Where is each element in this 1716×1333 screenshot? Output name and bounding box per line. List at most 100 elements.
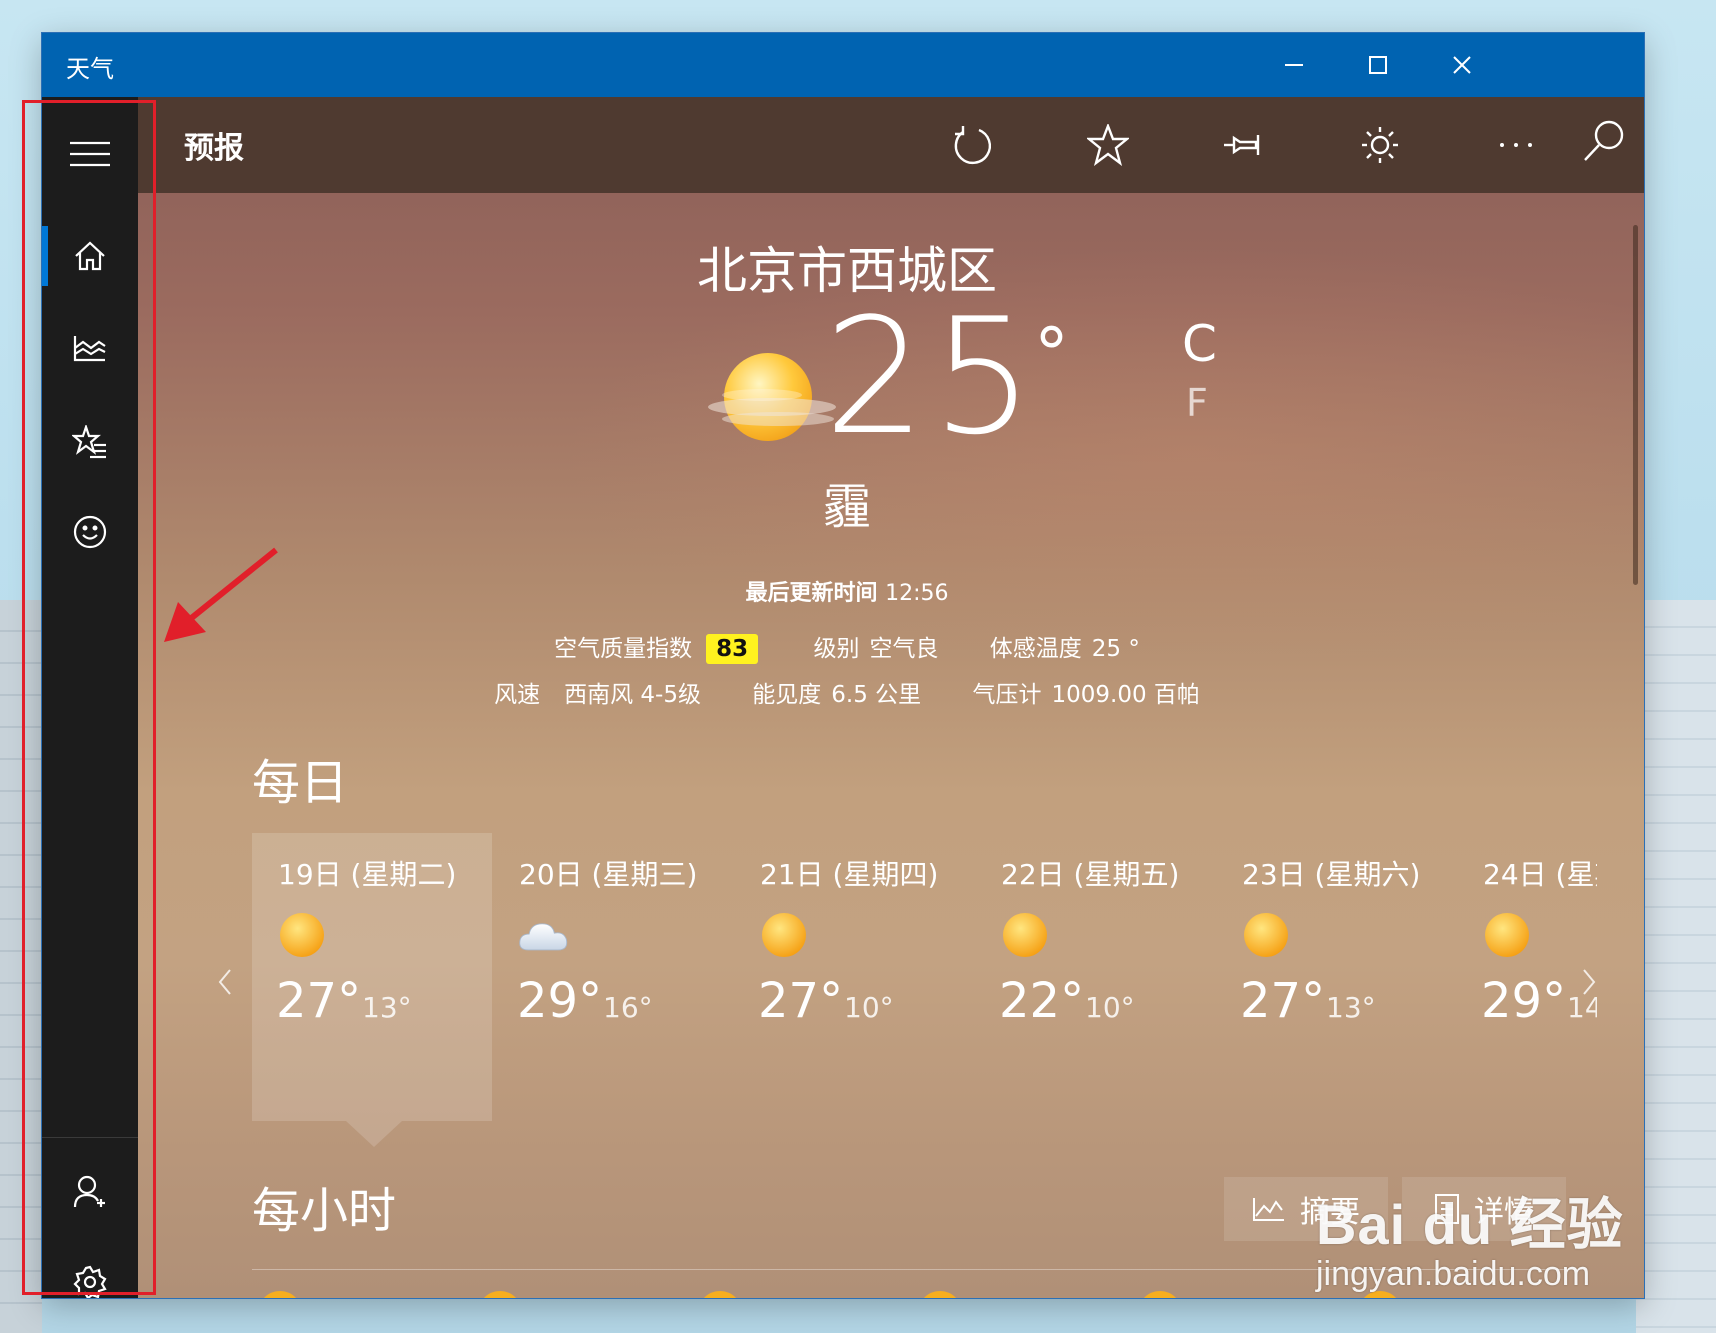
sun-icon: [923, 1291, 957, 1298]
sun-icon: [280, 913, 324, 957]
daily-next-button[interactable]: [1574, 957, 1604, 1007]
maximize-button[interactable]: [1332, 33, 1424, 97]
toolbar: 预报: [138, 97, 1644, 193]
day-low: 10°: [844, 991, 894, 1024]
level-value: 空气良: [869, 636, 939, 662]
main-content: 预报 北京市西城区 25 ° C F 霾 最后更新时间 12:56 空气质量指数…: [138, 97, 1644, 1298]
pin-icon: [1224, 135, 1260, 155]
baidu-watermark: Bai du 经验 jingyan.baidu.com: [1316, 1180, 1624, 1294]
pressure-group: 气压计 1009.00 百帕: [972, 682, 1199, 708]
unit-celsius-toggle[interactable]: C: [1182, 315, 1217, 373]
favorite-button[interactable]: [1082, 119, 1134, 171]
haze-sun-icon: [708, 353, 836, 441]
watermark-brand: Bai du 经验: [1316, 1193, 1624, 1256]
brightness-button[interactable]: [1354, 119, 1406, 171]
sun-icon: [1143, 1291, 1177, 1298]
day-date: 23日 (星期六): [1242, 858, 1421, 891]
highlight-rectangle: [22, 100, 156, 1295]
aqi-badge: 83: [706, 634, 759, 664]
title-bar: 天气: [42, 33, 1644, 97]
visibility-value: 6.5 公里: [831, 682, 922, 708]
day-date: 22日 (星期五): [1001, 858, 1180, 891]
cloud-icon: [519, 923, 568, 951]
desktop-background: [1636, 600, 1716, 1333]
day-card[interactable]: 22日 (星期五) 22° 10°: [975, 833, 1215, 1121]
unit-fahrenheit-toggle[interactable]: F: [1186, 381, 1208, 425]
forecast-content: 北京市西城区 25 ° C F 霾 最后更新时间 12:56 空气质量指数 83…: [138, 97, 1644, 1298]
feels-label: 体感温度: [989, 636, 1082, 662]
level-group: 级别 空气良: [813, 636, 945, 662]
weather-window: 天气 预报 北京市西城区 25 ° C F 霾 最后更新时间 12:56 空气质…: [42, 33, 1644, 1298]
wind-value: 西南风 4-5级: [564, 682, 701, 708]
sun-icon: [703, 1291, 737, 1298]
maximize-icon: [1369, 56, 1387, 74]
pressure-value: 1009.00 百帕: [1051, 682, 1200, 708]
minimize-button[interactable]: [1248, 33, 1340, 97]
watermark-url: jingyan.baidu.com: [1316, 1255, 1591, 1293]
day-card[interactable]: 21日 (星期四) 27° 10°: [734, 833, 974, 1121]
wind-label: 风速: [494, 682, 541, 708]
day-low: 13°: [362, 991, 412, 1024]
degree-symbol: °: [1034, 313, 1069, 395]
sun-icon: [1485, 913, 1529, 957]
aqi-label: 空气质量指数: [554, 636, 693, 662]
day-high: 27°: [276, 973, 362, 1029]
wind-group: 风速 西南风 4-5级: [494, 682, 708, 708]
day-high: 27°: [1240, 973, 1326, 1029]
close-icon: [1453, 56, 1471, 74]
aqi-group: 空气质量指数 83: [554, 634, 769, 664]
sun-outline-icon: [1362, 127, 1398, 163]
search-icon: [1584, 120, 1624, 161]
weather-condition: 霾: [822, 479, 871, 535]
feels-value: 25 °: [1091, 636, 1140, 662]
visibility-label: 能见度: [752, 682, 822, 708]
day-card[interactable]: 19日 (星期二) 27° 13°: [252, 833, 492, 1147]
pin-button[interactable]: [1218, 119, 1270, 171]
current-temperature: 25: [824, 283, 1040, 470]
window-title: 天气: [66, 55, 114, 83]
chevron-left-icon: [218, 969, 231, 995]
day-low: 10°: [1085, 991, 1135, 1024]
daily-section-title: 每日: [252, 755, 349, 811]
hourly-section-title: 每小时: [252, 1183, 397, 1239]
last-updated: 最后更新时间 12:56: [138, 575, 1556, 607]
line-chart-icon: [1253, 1198, 1284, 1221]
vertical-scrollbar[interactable]: [1633, 225, 1638, 585]
day-card[interactable]: 23日 (星期六) 27° 13°: [1216, 833, 1456, 1121]
info-row-wind: 风速 西南风 4-5级 能见度 6.5 公里 气压计 1009.00 百帕: [138, 675, 1556, 709]
updated-time: 12:56: [885, 581, 949, 606]
daily-prev-button[interactable]: [210, 957, 240, 1007]
more-icon: [1500, 143, 1532, 147]
close-button[interactable]: [1416, 33, 1508, 97]
sun-icon: [483, 1291, 517, 1298]
feels-group: 体感温度 25 °: [990, 636, 1140, 662]
search-button[interactable]: [1578, 115, 1630, 167]
day-low: 13°: [1326, 991, 1376, 1024]
day-date: 19日 (星期二): [278, 858, 457, 891]
page-title: 预报: [184, 131, 244, 166]
day-low: 16°: [603, 991, 653, 1024]
pressure-label: 气压计: [972, 682, 1042, 708]
level-label: 级别: [813, 636, 860, 662]
sun-icon: [762, 913, 806, 957]
refresh-button[interactable]: [946, 119, 998, 171]
selected-indicator: [346, 1121, 402, 1147]
chevron-right-icon: [1583, 969, 1596, 995]
day-card[interactable]: 20日 (星期三) 29° 16°: [493, 833, 733, 1121]
day-date: 20日 (星期三): [519, 858, 698, 891]
day-high: 22°: [999, 973, 1085, 1029]
refresh-icon: [954, 126, 992, 165]
day-high: 29°: [1481, 973, 1567, 1029]
sun-icon: [1244, 913, 1288, 957]
visibility-group: 能见度 6.5 公里: [752, 682, 928, 708]
sun-icon: [1003, 913, 1047, 957]
sun-icon: [263, 1291, 297, 1298]
day-date: 24日 (星期: [1483, 858, 1597, 891]
info-row-air: 空气质量指数 83 级别 空气良 体感温度 25 °: [138, 629, 1556, 664]
updated-label: 最后更新时间: [745, 581, 878, 606]
day-high: 27°: [758, 973, 844, 1029]
minimize-icon: [1285, 64, 1303, 66]
more-button[interactable]: [1490, 119, 1542, 171]
day-date: 21日 (星期四): [760, 858, 939, 891]
annotation-arrow-icon: [164, 547, 278, 642]
